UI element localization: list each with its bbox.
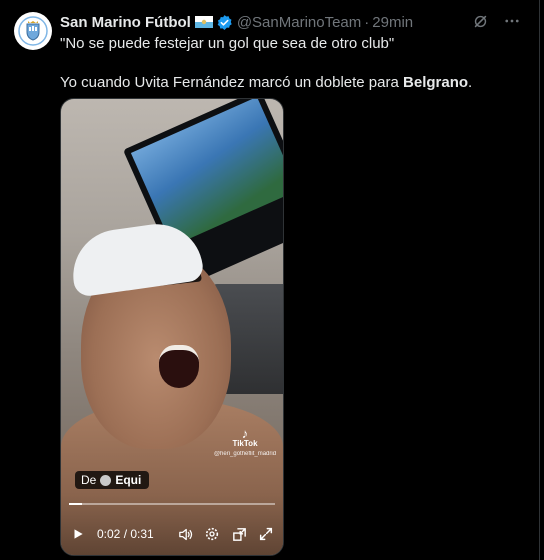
avatar[interactable] <box>14 12 52 50</box>
tweet-text-bold: Belgrano <box>403 74 469 91</box>
author-name[interactable]: San Marino Fútbol <box>60 14 191 31</box>
tweet-text-line2-suffix: . <box>468 74 473 91</box>
pip-button[interactable] <box>230 525 248 543</box>
gear-icon <box>205 527 219 541</box>
credit-avatar-icon <box>100 474 112 486</box>
fullscreen-icon <box>259 527 273 541</box>
picture-in-picture-icon <box>232 527 246 541</box>
grok-icon <box>474 15 487 27</box>
tweet-header: San Marino Fútbol @SanMarinoTeam · 29min <box>60 12 413 32</box>
tiktok-icon: ♪ <box>241 426 249 441</box>
volume-button[interactable] <box>176 525 194 543</box>
tweet-text-line2: Yo cuando Uvita Fernández marcó un doble… <box>60 73 520 93</box>
video-duration: 0:31 <box>130 527 154 541</box>
author-handle[interactable]: @SanMarinoTeam <box>237 14 361 31</box>
separator-dot: · <box>364 13 370 31</box>
tiktok-watermark: ♪ TikTok @heri_gotheflit_madrid <box>209 426 281 459</box>
more-icon <box>505 19 519 23</box>
settings-button[interactable] <box>203 525 221 543</box>
credit-name: Equi <box>115 473 142 487</box>
video-progress-fill <box>69 503 83 505</box>
video-credit[interactable]: De Equi <box>75 471 150 489</box>
column-divider <box>539 0 540 560</box>
video-time-separator: / <box>120 527 131 541</box>
tweet-text-line1: "No se puede festejar un gol que sea de … <box>60 35 395 52</box>
video-person-mouth <box>159 345 199 388</box>
video-progress-bar[interactable] <box>69 503 275 505</box>
video-time: 0:02 / 0:31 <box>97 527 154 541</box>
grok-button[interactable] <box>472 13 489 30</box>
tiktok-user: @heri_gotheflit_madrid <box>213 451 277 457</box>
tweet-text: "No se puede festejar un gol que sea de … <box>60 34 520 93</box>
san-marino-crest-icon <box>18 16 48 46</box>
verified-badge-icon <box>217 14 232 30</box>
tiktok-brand: TikTok <box>232 439 258 448</box>
volume-icon <box>178 528 192 540</box>
video-player[interactable]: ♪ TikTok @heri_gotheflit_madrid De Equi … <box>60 98 284 556</box>
fullscreen-button[interactable] <box>257 525 275 543</box>
play-icon <box>74 529 83 539</box>
video-controls: 0:02 / 0:31 <box>61 517 283 551</box>
credit-prefix: De <box>81 473 97 487</box>
play-button[interactable] <box>69 525 87 543</box>
video-current-time: 0:02 <box>97 527 121 541</box>
tweet-time[interactable]: 29min <box>372 14 413 31</box>
san-marino-flag-icon <box>194 16 213 28</box>
tweet[interactable]: San Marino Fútbol @SanMarinoTeam · 29min <box>0 0 539 560</box>
more-button[interactable] <box>503 12 521 30</box>
tweet-actions <box>472 12 521 30</box>
tweet-text-line2-prefix: Yo cuando Uvita Fernández marcó un doble… <box>60 74 404 91</box>
video-controls-right <box>176 525 275 543</box>
